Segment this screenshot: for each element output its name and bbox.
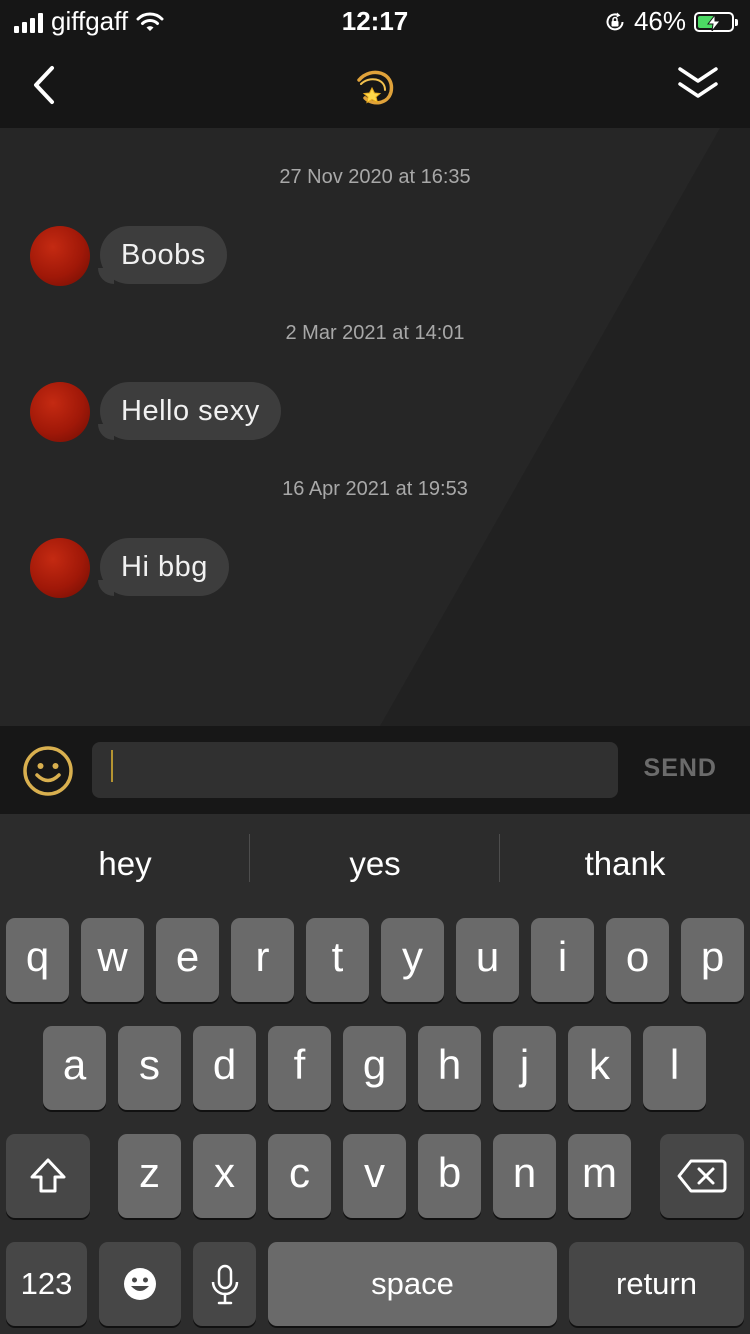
- send-button[interactable]: SEND: [644, 754, 717, 783]
- chat-header: [0, 44, 750, 128]
- key-w[interactable]: w: [81, 918, 144, 1002]
- rotation-lock-icon: [606, 12, 624, 30]
- message-timestamp: 27 Nov 2020 at 16:35: [279, 166, 471, 188]
- numbers-key[interactable]: 123: [6, 1242, 87, 1326]
- avatar[interactable]: [30, 538, 90, 598]
- key-r[interactable]: r: [231, 918, 294, 1002]
- key-i[interactable]: i: [531, 918, 594, 1002]
- key-e[interactable]: e: [156, 918, 219, 1002]
- key-m[interactable]: m: [568, 1134, 631, 1218]
- microphone-icon: [211, 1264, 239, 1305]
- key-h[interactable]: h: [418, 1026, 481, 1110]
- text-caret: [111, 750, 113, 782]
- message-list[interactable]: 27 Nov 2020 at 16:35 Boobs 2 Mar 2021 at…: [0, 128, 750, 726]
- shift-key[interactable]: [6, 1134, 90, 1218]
- key-o[interactable]: o: [606, 918, 669, 1002]
- battery-charging-icon: [694, 11, 738, 32]
- key-u[interactable]: u: [456, 918, 519, 1002]
- message-bubble[interactable]: Boobs: [98, 226, 227, 284]
- double-chevron-down-icon[interactable]: [676, 64, 720, 104]
- suggestion-item[interactable]: hey: [0, 832, 250, 896]
- delete-key[interactable]: [660, 1134, 744, 1218]
- key-d[interactable]: d: [193, 1026, 256, 1110]
- keyboard: hey yes thank q w e r t y u i o p a s d …: [0, 814, 750, 1334]
- message-bubble[interactable]: Hello sexy: [98, 382, 281, 440]
- key-l[interactable]: l: [643, 1026, 706, 1110]
- suggestion-bar: hey yes thank: [0, 814, 750, 914]
- key-t[interactable]: t: [306, 918, 369, 1002]
- key-p[interactable]: p: [681, 918, 744, 1002]
- key-v[interactable]: v: [343, 1134, 406, 1218]
- key-n[interactable]: n: [493, 1134, 556, 1218]
- avatar[interactable]: [30, 226, 90, 286]
- smiley-icon[interactable]: [22, 745, 74, 797]
- chevron-left-icon[interactable]: [26, 62, 66, 108]
- key-z[interactable]: z: [118, 1134, 181, 1218]
- emoji-face-icon: [124, 1268, 156, 1300]
- space-key[interactable]: space: [268, 1242, 557, 1326]
- emoji-key[interactable]: [99, 1242, 181, 1326]
- suggestion-item[interactable]: yes: [250, 832, 500, 896]
- message-input[interactable]: [92, 742, 618, 798]
- message-bubble[interactable]: Hi bbg: [98, 538, 229, 596]
- dictation-key[interactable]: [193, 1242, 256, 1326]
- key-s[interactable]: s: [118, 1026, 181, 1110]
- message-timestamp: 2 Mar 2021 at 14:01: [285, 322, 465, 344]
- return-key[interactable]: return: [569, 1242, 744, 1326]
- shift-icon: [30, 1158, 66, 1193]
- bolt-icon: [707, 14, 721, 31]
- dizzy-star-icon: [357, 70, 394, 105]
- key-j[interactable]: j: [493, 1026, 556, 1110]
- status-bar: giffgaff 12:17 46%: [0, 0, 750, 44]
- key-b[interactable]: b: [418, 1134, 481, 1218]
- suggestion-item[interactable]: thank: [500, 832, 750, 896]
- message-timestamp: 16 Apr 2021 at 19:53: [282, 478, 468, 500]
- key-c[interactable]: c: [268, 1134, 331, 1218]
- key-k[interactable]: k: [568, 1026, 631, 1110]
- key-a[interactable]: a: [43, 1026, 106, 1110]
- backspace-icon: [677, 1159, 727, 1193]
- avatar[interactable]: [30, 382, 90, 442]
- key-g[interactable]: g: [343, 1026, 406, 1110]
- key-x[interactable]: x: [193, 1134, 256, 1218]
- key-q[interactable]: q: [6, 918, 69, 1002]
- battery-percent: 46%: [633, 6, 686, 36]
- key-y[interactable]: y: [381, 918, 444, 1002]
- key-f[interactable]: f: [268, 1026, 331, 1110]
- status-right: 46%: [604, 6, 738, 37]
